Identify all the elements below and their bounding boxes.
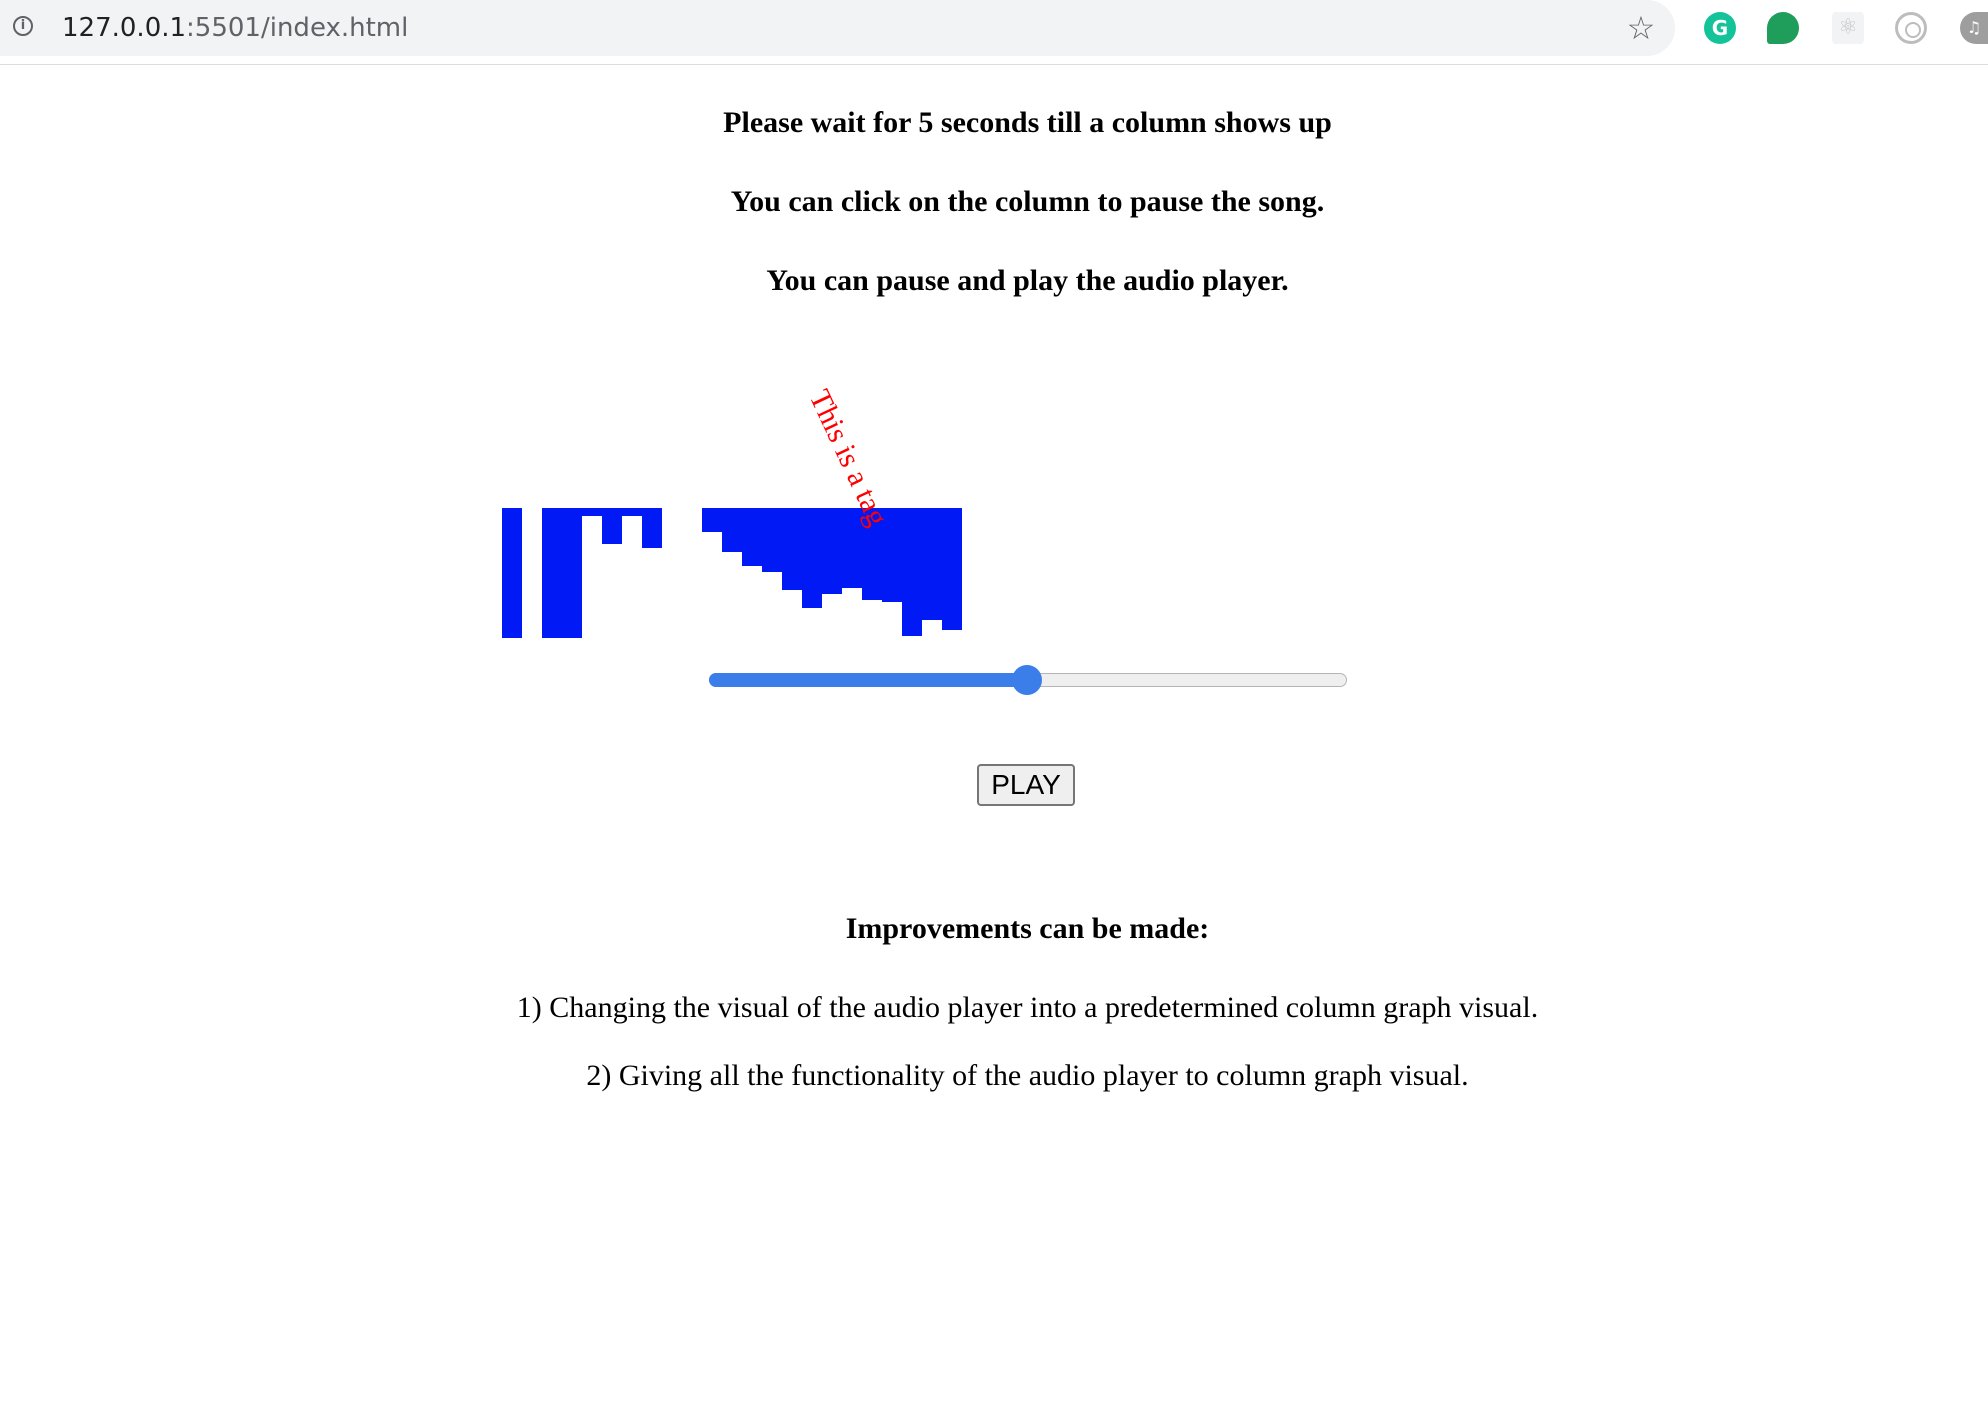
play-button[interactable]: PLAY xyxy=(977,764,1075,806)
url-host: 127.0.0.1 xyxy=(62,13,187,43)
visualizer-column-10[interactable] xyxy=(722,508,742,552)
improvements-title: Improvements can be made: xyxy=(845,912,1210,945)
info-icon[interactable]: i xyxy=(13,16,33,36)
audio-progress-slider[interactable] xyxy=(709,665,1347,695)
address-bar[interactable]: i 127.0.0.1:5501/index.html ☆ xyxy=(0,0,1675,56)
visualizer-column-1[interactable] xyxy=(502,508,522,638)
react-devtools-icon[interactable]: ⚛ xyxy=(1832,12,1864,44)
visualizer-column-19[interactable] xyxy=(902,508,922,636)
visualizer-column-21[interactable] xyxy=(942,508,962,630)
visualizer-column-5[interactable] xyxy=(582,508,602,516)
instruction-click-column: You can click on the column to pause the… xyxy=(730,185,1325,218)
visualizer-column-15[interactable] xyxy=(822,508,842,594)
star-icon[interactable]: ☆ xyxy=(1624,10,1658,46)
slider-thumb[interactable] xyxy=(1012,665,1042,695)
target-icon[interactable] xyxy=(1895,12,1927,44)
browser-toolbar: i 127.0.0.1:5501/index.html ☆ G ⚛ ♫ xyxy=(0,0,1988,65)
visualizer-column-13[interactable] xyxy=(782,508,802,590)
visualizer-column-14[interactable] xyxy=(802,508,822,608)
visualizer-column-7[interactable] xyxy=(622,508,642,516)
grammarly-icon[interactable]: G xyxy=(1704,12,1736,44)
visualizer-column-8[interactable] xyxy=(642,508,662,548)
url-text[interactable]: 127.0.0.1:5501/index.html xyxy=(62,10,408,46)
visualizer-column-4[interactable] xyxy=(562,508,582,638)
instruction-pause-play: You can pause and play the audio player. xyxy=(766,264,1289,297)
instruction-wait: Please wait for 5 seconds till a column … xyxy=(723,106,1332,139)
visualizer-column-3[interactable] xyxy=(542,508,562,638)
visualizer-column-20[interactable] xyxy=(922,508,942,620)
improvement-item-2: 2) Giving all the functionality of the a… xyxy=(586,1059,1469,1092)
visualizer-column-12[interactable] xyxy=(762,508,782,572)
chat-bubble-icon[interactable] xyxy=(1767,12,1799,44)
slider-fill xyxy=(709,673,1035,687)
visualizer-column-11[interactable] xyxy=(742,508,762,566)
visualizer-column-6[interactable] xyxy=(602,508,622,544)
improvement-item-1: 1) Changing the visual of the audio play… xyxy=(516,991,1539,1024)
music-icon[interactable]: ♫ xyxy=(1960,12,1988,44)
url-path: :5501/index.html xyxy=(186,13,409,43)
visualizer-column-9[interactable] xyxy=(702,508,722,532)
